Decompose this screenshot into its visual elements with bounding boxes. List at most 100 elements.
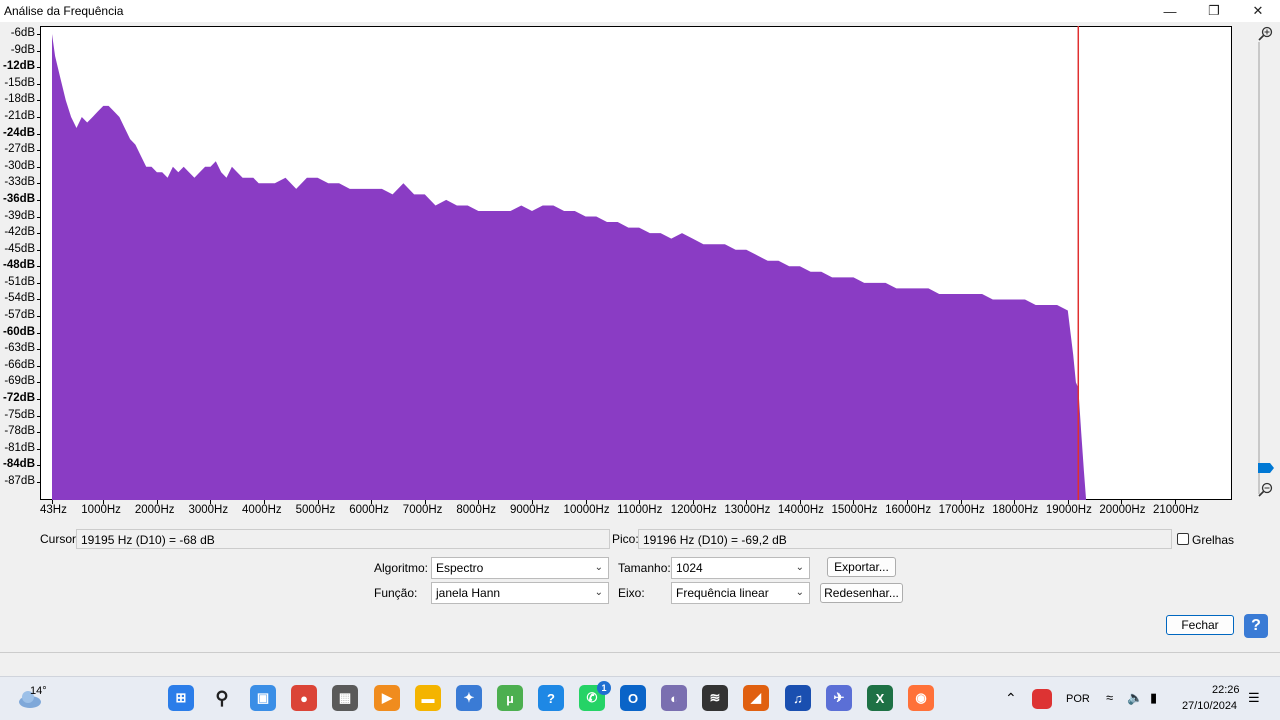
y-tick-label: -18dB — [4, 93, 35, 106]
size-label: Tamanho: — [618, 561, 671, 575]
utorrent-icon[interactable]: µ — [497, 685, 523, 711]
x-tick-label: 7000Hz — [402, 504, 443, 516]
y-tick-label: -63dB — [4, 342, 35, 355]
algorithm-label: Algoritmo: — [374, 561, 429, 575]
y-axis: -6dB -9dB -12dB -15dB -18dB -21dB -24dB -27dB -3… — [0, 26, 40, 500]
x-axis: 43Hz 1000Hz 2000Hz 3000Hz 4000Hz 5000Hz 6000Hz… — [40, 500, 1232, 522]
editor-icon[interactable]: ◢ — [743, 685, 769, 711]
y-tick-label: -87dB — [4, 475, 35, 487]
outlook-icon[interactable]: O — [620, 685, 646, 711]
y-tick-label: -30dB — [4, 159, 35, 172]
zoom-slider-track[interactable] — [1258, 42, 1260, 494]
excel-icon[interactable]: X — [867, 685, 893, 711]
peak-readout: 19196 Hz (D10) = -69,2 dB — [638, 529, 1172, 549]
chrome-icon[interactable]: ● — [291, 685, 317, 711]
grid-label: Grelhas — [1192, 533, 1235, 547]
x-tick-label: 14000Hz — [777, 504, 824, 516]
y-tick-label: -36dB — [3, 192, 35, 205]
y-tick-label: -15dB — [4, 76, 35, 89]
algorithm-value: Espectro — [436, 561, 484, 575]
help-button[interactable]: ? — [1244, 614, 1268, 638]
clock-time[interactable]: 22:26 — [1212, 684, 1240, 696]
zoom-out-icon[interactable] — [1258, 482, 1273, 497]
x-tick-label: 11000Hz — [617, 504, 663, 516]
zoom-slider-thumb[interactable] — [1258, 463, 1274, 473]
x-tick-label: 5000Hz — [295, 504, 336, 516]
audio-wave-icon[interactable]: ≋ — [702, 685, 728, 711]
zoom-in-icon[interactable] — [1258, 26, 1273, 41]
y-tick-label: -72dB — [3, 392, 35, 405]
close-button[interactable]: Fechar — [1166, 615, 1234, 635]
minimize-button[interactable]: — — [1148, 0, 1192, 22]
function-select[interactable]: janela Hann ⌄ — [431, 582, 609, 604]
weather-temp: 14° — [30, 685, 47, 697]
x-tick-label: 15000Hz — [831, 504, 878, 516]
redraw-button[interactable]: Redesenhar... — [820, 583, 903, 603]
media-player-icon[interactable]: ▶ — [374, 685, 400, 711]
close-window-button[interactable]: ✕ — [1236, 0, 1280, 22]
y-tick-label: -51dB — [4, 275, 35, 288]
maximize-button[interactable]: ❐ — [1192, 0, 1236, 22]
grid-checkbox[interactable] — [1177, 533, 1189, 545]
y-tick-label: -75dB — [4, 408, 35, 421]
axis-value: Frequência linear — [676, 586, 769, 600]
file-explorer-icon[interactable]: ▬ — [415, 685, 441, 711]
window-title: Análise da Frequência — [4, 4, 124, 18]
browser-icon[interactable]: ◐ — [661, 685, 687, 711]
search-icon[interactable]: ⚲ — [209, 685, 235, 711]
x-tick-label: 6000Hz — [349, 504, 389, 516]
help-app-icon[interactable]: ? — [538, 685, 564, 711]
volume-icon[interactable]: 🔈 — [1127, 690, 1143, 706]
chevron-down-icon: ⌄ — [795, 562, 804, 573]
clock-date[interactable]: 27/10/2024 — [1182, 700, 1237, 712]
spectrum-plot[interactable] — [40, 26, 1232, 500]
title-bar: Análise da Frequência — ❐ ✕ — [0, 0, 1280, 22]
battery-icon[interactable]: ▮ — [1150, 690, 1157, 706]
x-tick-label: 9000Hz — [509, 504, 550, 516]
cursor-label: Cursor: — [40, 532, 80, 546]
chevron-down-icon: ⌄ — [594, 587, 603, 598]
function-label: Função: — [374, 586, 418, 600]
tray-app-icon[interactable] — [1032, 689, 1052, 709]
export-button[interactable]: Exportar... — [827, 557, 896, 577]
y-tick-label: -21dB — [4, 109, 35, 122]
whatsapp-icon[interactable]: ✆ 1 — [579, 681, 611, 711]
axis-select[interactable]: Frequência linear ⌄ — [671, 582, 810, 604]
wifi-icon[interactable]: ≈ — [1106, 690, 1113, 705]
size-select[interactable]: 1024 ⌄ — [671, 557, 810, 579]
x-tick-label: 1000Hz — [81, 504, 121, 516]
chevron-down-icon: ⌄ — [795, 587, 804, 598]
y-tick-label: -81dB — [4, 441, 35, 454]
notification-icon[interactable]: ☰ — [1248, 690, 1260, 706]
y-tick-label: -45dB — [4, 242, 35, 255]
plane-app-icon[interactable]: ✈ — [826, 685, 852, 711]
x-tick-label: 20000Hz — [1099, 504, 1146, 516]
audacity-icon[interactable]: ♫ — [785, 685, 811, 711]
x-tick-label: 21000Hz — [1153, 504, 1200, 516]
x-tick-label: 10000Hz — [563, 504, 610, 516]
x-tick-label: 8000Hz — [456, 504, 497, 516]
chevron-up-icon[interactable]: ⌃ — [1005, 690, 1017, 707]
algorithm-select[interactable]: Espectro ⌄ — [431, 557, 609, 579]
x-tick-label: 17000Hz — [938, 504, 985, 516]
y-tick-label: -84dB — [3, 458, 35, 471]
y-tick-label: -42dB — [4, 226, 35, 239]
spectrum-area — [52, 34, 1086, 500]
frequency-analysis-window: Análise da Frequência — ❐ ✕ -6dB -9dB -12d… — [0, 0, 1280, 676]
firefox-icon[interactable]: ◉ — [908, 685, 934, 711]
weather-widget[interactable]: 14° — [16, 685, 47, 712]
x-tick-label: 3000Hz — [188, 504, 229, 516]
x-tick-label: 19000Hz — [1045, 504, 1092, 516]
x-tick-label: 13000Hz — [724, 504, 771, 516]
network-tool-icon[interactable]: ✦ — [456, 685, 482, 711]
axis-label: Eixo: — [618, 586, 645, 600]
y-tick-label: -54dB — [4, 292, 35, 305]
screenshot-icon[interactable]: ▣ — [250, 685, 276, 711]
calculator-icon[interactable]: ▦ — [332, 685, 358, 711]
x-tick-label: 18000Hz — [992, 504, 1039, 516]
language-indicator[interactable]: POR — [1066, 693, 1090, 705]
y-tick-label: -27dB — [4, 143, 35, 156]
y-tick-label: -39dB — [4, 209, 35, 222]
size-value: 1024 — [676, 561, 703, 575]
start-icon[interactable]: ⊞ — [168, 685, 194, 711]
